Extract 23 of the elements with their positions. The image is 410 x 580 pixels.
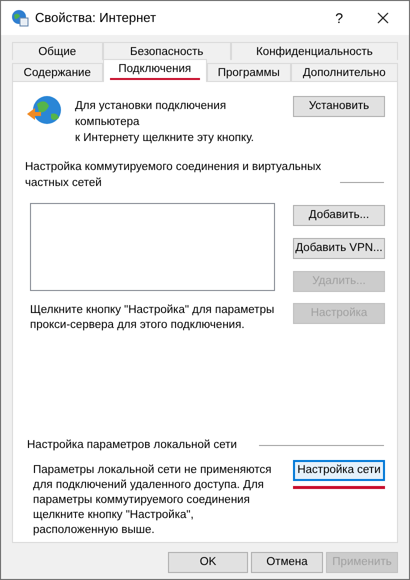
setup-instructions: Для установки подключения компьютера к Интернету щелкните эту кнопку. <box>75 99 255 146</box>
lan-settings-button[interactable]: Настройка сети <box>293 460 385 482</box>
proxy-note: Щелкните кнопку "Настройка" для параметры прокси-сервера для этого подключения. <box>30 303 276 333</box>
dialog-button[interactable]: OK <box>168 552 248 573</box>
tab[interactable]: Дополнительно <box>290 63 398 81</box>
dialog-button[interactable]: Добавить VPN... <box>293 238 385 259</box>
dialog-button[interactable]: Добавить... <box>293 205 385 226</box>
window-title: Свойства: Интернет <box>35 9 156 28</box>
tab[interactable]: Подключения <box>102 59 207 82</box>
group-heading: Настройка параметров локальной сети <box>26 438 237 453</box>
tab[interactable]: Конфиденциальность <box>230 42 398 60</box>
dialog-button[interactable]: Отмена <box>251 552 323 573</box>
tab[interactable]: Общие <box>12 42 103 60</box>
lan-note: Параметры локальной сети не применяются для подключений удаленного доступа. Для параметры коммутируемого соединения щелкните кнопку "Настройка", расположенную выше. <box>33 463 272 538</box>
tab[interactable]: Содержание <box>12 63 103 81</box>
install-button[interactable]: Установить <box>293 96 385 117</box>
connection-list[interactable] <box>30 203 275 291</box>
tab[interactable]: Безопасность <box>102 42 231 60</box>
help-button[interactable]: ? <box>335 8 343 28</box>
globe-icon <box>11 9 29 27</box>
tab[interactable]: Программы <box>206 63 291 81</box>
close-icon[interactable] <box>377 12 389 24</box>
group-heading: Настройка коммутируемого соединения и виртуальных частных сетей <box>25 160 322 191</box>
